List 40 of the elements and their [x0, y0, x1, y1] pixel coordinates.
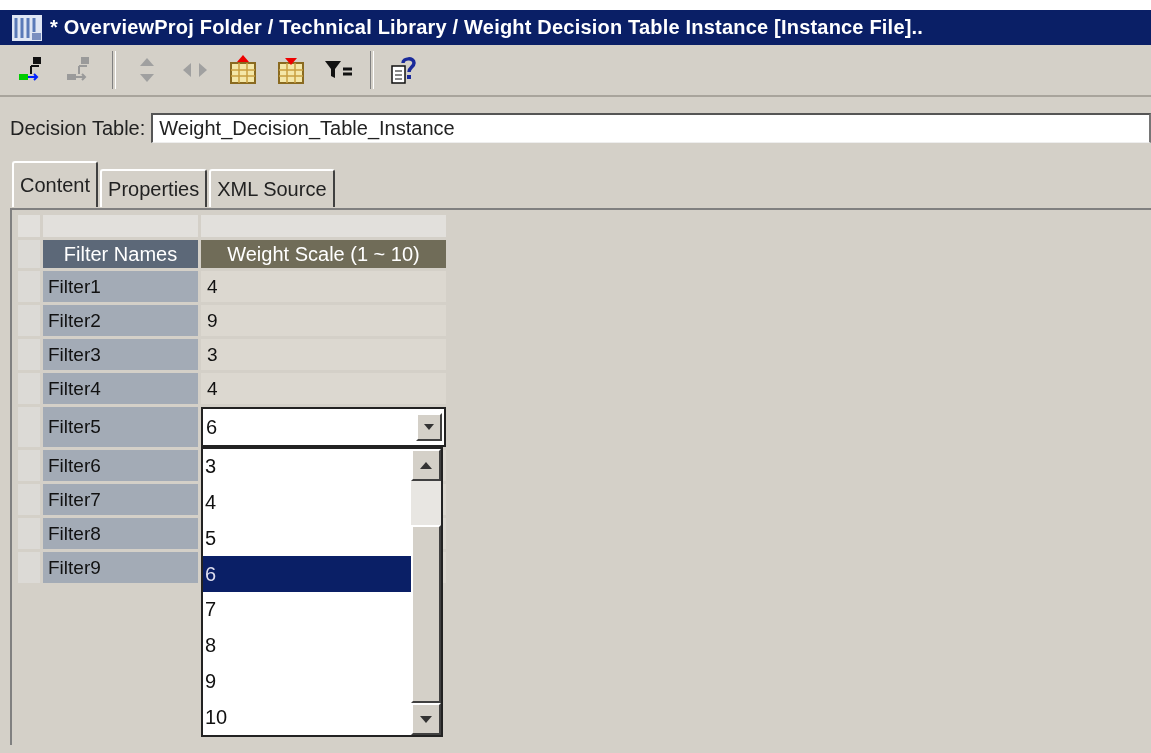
row-name-cell: Filter7	[43, 484, 198, 515]
dropdown-option[interactable]: 9	[203, 663, 411, 700]
insert-row-above-icon	[227, 54, 259, 86]
row-name-cell: Filter2	[43, 305, 198, 336]
value-cell: 3	[201, 339, 446, 370]
caret-icon	[420, 715, 432, 723]
window-title: * OverviewProj Folder / Technical Library / Weight Decision Table Instance [Instance File]..	[50, 16, 924, 39]
tab[interactable]: Properties	[100, 169, 208, 207]
tab[interactable]: Content	[12, 161, 99, 207]
caret-icon	[424, 424, 434, 430]
row-name-cell: Filter4	[43, 373, 198, 404]
dropdown-option[interactable]: 5	[203, 520, 411, 557]
field-label: Decision Table:	[10, 116, 146, 140]
dropdown-option[interactable]: 8	[203, 627, 411, 664]
value-cell: 4	[201, 373, 446, 404]
row-name-cell: Filter1	[43, 271, 198, 302]
value-cell: 9	[201, 305, 446, 336]
tab[interactable]: XML Source	[209, 169, 335, 207]
row-name-cell: Filter3	[43, 339, 198, 370]
dropdown-option[interactable]: 3	[203, 449, 411, 485]
row-name-cell: Filter8	[43, 518, 198, 549]
dropdown-option[interactable]: 7	[203, 592, 411, 628]
dropdown-button[interactable]	[416, 413, 442, 441]
scroll-thumb[interactable]	[411, 525, 441, 703]
value-dropdown[interactable]: 6	[201, 407, 446, 447]
dropdown-option[interactable]: 10	[203, 699, 411, 735]
up-caret-icon	[420, 461, 432, 469]
value-cell: 4	[201, 271, 446, 302]
row-name-cell: Filter9	[43, 552, 198, 583]
row-name-cell: Filter6	[43, 450, 198, 481]
dropdown-option[interactable]: 4	[203, 484, 411, 521]
column-header: Filter Names	[43, 240, 198, 268]
column-header: Weight Scale (1 ~ 10)	[201, 240, 446, 268]
decision-table-field[interactable]: Weight_Decision_Table_Instance	[151, 113, 1151, 143]
table-icon	[12, 14, 42, 41]
scroll-up-button[interactable]	[411, 449, 441, 481]
row-name-cell: Filter5	[43, 407, 198, 447]
scroll-down-button[interactable]	[411, 703, 441, 735]
scrollbar[interactable]	[411, 449, 441, 735]
dropdown-option[interactable]: 6	[203, 556, 411, 592]
